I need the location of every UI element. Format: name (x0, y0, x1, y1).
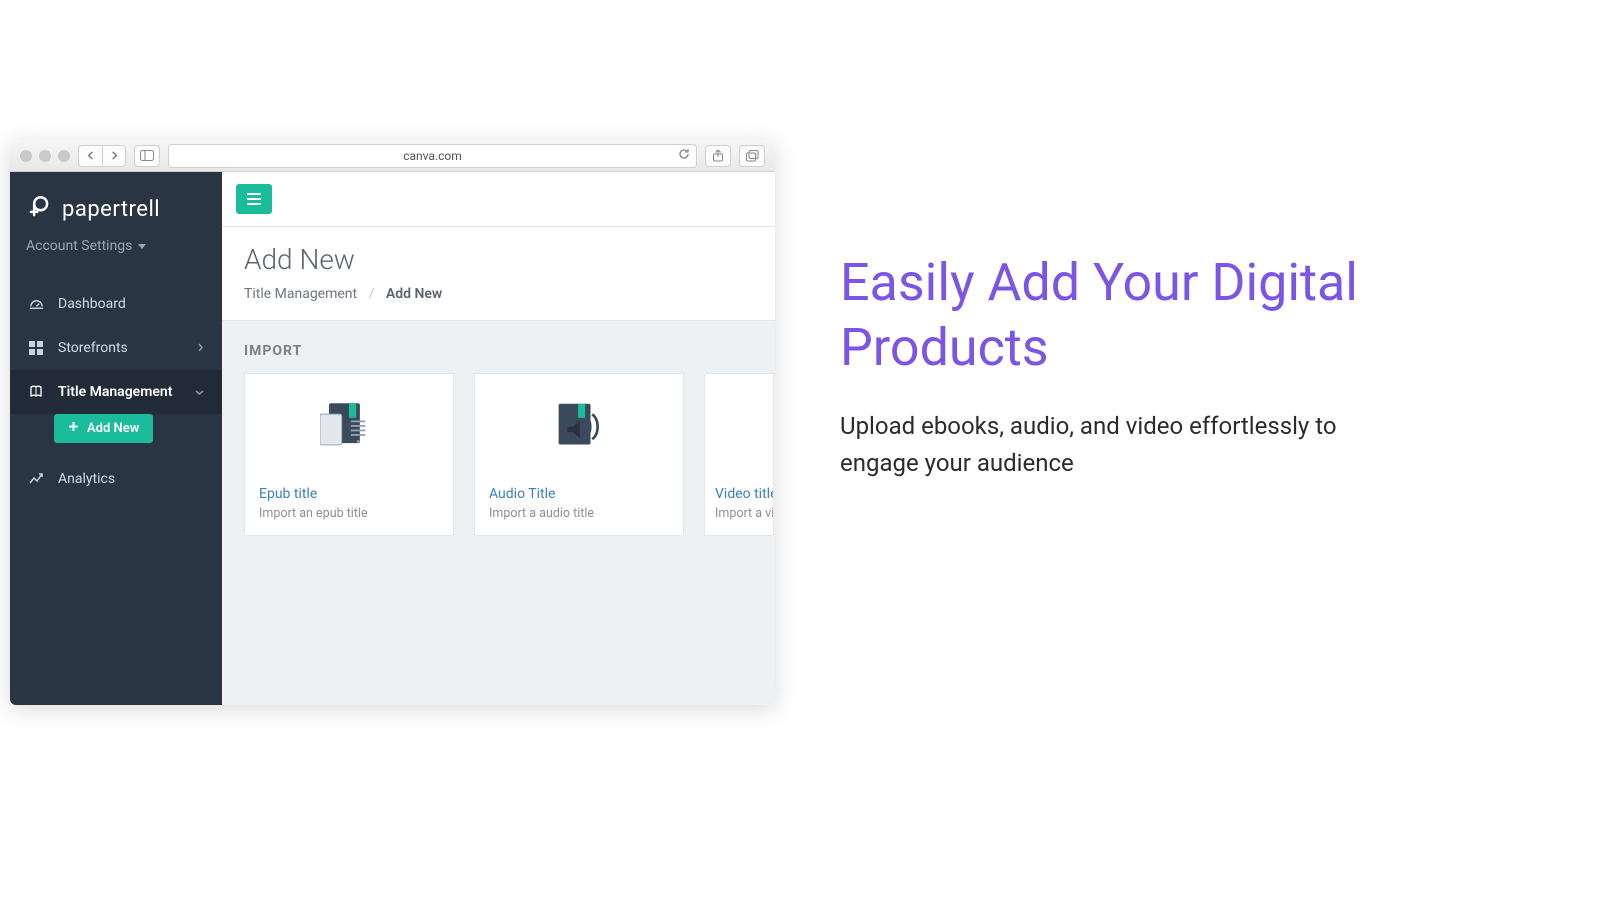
address-bar[interactable]: canva.com (168, 144, 697, 168)
window-controls (20, 150, 70, 162)
app-body: papertrell Account Settings Dashboard (10, 172, 775, 705)
browser-toolbar: canva.com (10, 140, 775, 172)
video-icon (705, 374, 773, 476)
brand-name: papertrell (62, 197, 160, 222)
sidebar-item-title-management[interactable]: Title Management (10, 370, 222, 414)
card-audio[interactable]: Audio Title Import a audio title (474, 373, 684, 536)
card-video[interactable]: Video title Import a vi (704, 373, 774, 536)
hamburger-icon (246, 193, 262, 205)
brand: papertrell (10, 172, 222, 232)
add-new-button[interactable]: Add New (54, 414, 153, 443)
promo-panel: Easily Add Your Digital Products Upload … (840, 250, 1400, 482)
breadcrumb: Title Management / Add New (244, 286, 753, 302)
promo-body: Upload ebooks, audio, and video effortle… (840, 408, 1400, 482)
card-subtitle: Import a vi (715, 506, 773, 521)
audio-icon (475, 374, 683, 476)
promo-headline: Easily Add Your Digital Products (840, 250, 1400, 380)
nav-label: Analytics (58, 471, 115, 487)
card-title: Audio Title (489, 486, 669, 502)
account-settings-menu[interactable]: Account Settings (10, 232, 222, 270)
forward-button[interactable] (102, 145, 126, 167)
add-new-label: Add New (87, 421, 139, 436)
breadcrumb-parent[interactable]: Title Management (244, 286, 357, 302)
storefronts-icon (28, 340, 44, 356)
card-title: Video title (715, 486, 773, 502)
sidebar: papertrell Account Settings Dashboard (10, 172, 222, 705)
sidebar-item-dashboard[interactable]: Dashboard (10, 282, 222, 326)
browser-window: canva.com (10, 140, 775, 705)
caret-down-icon (138, 244, 146, 249)
sidebar-toggle-icon[interactable] (134, 145, 160, 167)
back-button[interactable] (78, 145, 102, 167)
sidebar-subnav: Add New (54, 414, 222, 453)
content: IMPORT (222, 321, 775, 558)
page-header: Add New Title Management / Add New (222, 227, 775, 321)
book-icon (28, 384, 44, 400)
page-title: Add New (244, 243, 753, 276)
section-label: IMPORT (244, 343, 753, 359)
sidebar-item-analytics[interactable]: Analytics (10, 457, 222, 501)
brand-logo-icon (26, 194, 52, 224)
account-label: Account Settings (26, 238, 132, 254)
nav-label: Storefronts (58, 340, 128, 356)
reload-icon[interactable] (678, 148, 690, 163)
nav-list: Dashboard Storefronts (10, 282, 222, 501)
address-text: canva.com (403, 149, 462, 163)
chevron-right-icon (197, 342, 204, 355)
sidebar-item-storefronts[interactable]: Storefronts (10, 326, 222, 370)
topbar (222, 172, 775, 227)
card-subtitle: Import an epub title (259, 506, 439, 521)
breadcrumb-current: Add New (386, 286, 442, 302)
epub-icon (245, 374, 453, 476)
main-panel: Add New Title Management / Add New IMPOR… (222, 172, 775, 705)
nav-buttons (78, 145, 126, 167)
import-cards: Epub title Import an epub title (244, 373, 753, 536)
close-icon[interactable] (20, 150, 32, 162)
nav-label: Title Management (58, 384, 172, 400)
nav-label: Dashboard (58, 296, 126, 312)
share-icon[interactable] (705, 145, 731, 167)
dashboard-icon (28, 296, 44, 312)
card-subtitle: Import a audio title (489, 506, 669, 521)
card-title: Epub title (259, 486, 439, 502)
card-epub[interactable]: Epub title Import an epub title (244, 373, 454, 536)
tabs-icon[interactable] (739, 145, 765, 167)
breadcrumb-separator: / (369, 286, 375, 302)
plus-icon (68, 421, 79, 436)
maximize-icon[interactable] (58, 150, 70, 162)
analytics-icon (28, 471, 44, 487)
menu-toggle-button[interactable] (236, 184, 272, 214)
chevron-down-icon (195, 386, 204, 399)
minimize-icon[interactable] (39, 150, 51, 162)
